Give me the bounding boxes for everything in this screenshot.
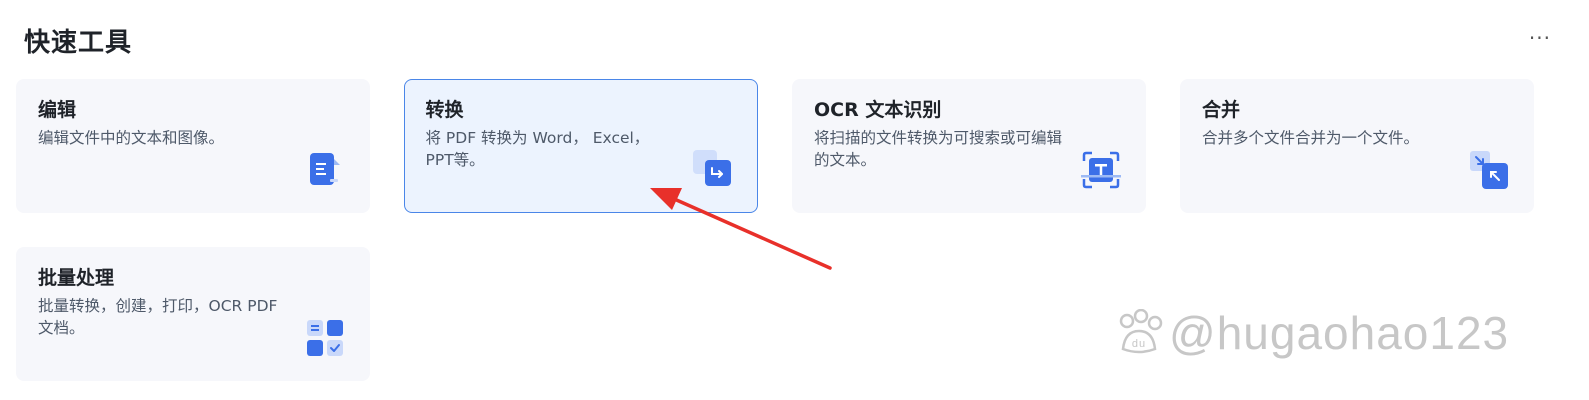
merge-icon — [1470, 151, 1508, 189]
tool-card-convert[interactable]: 转换 将 PDF 转换为 Word， Excel，PPT等。 — [404, 79, 758, 213]
card-description: 合并多个文件合并为一个文件。 — [1202, 129, 1420, 147]
more-options-button[interactable]: ··· — [1529, 26, 1551, 50]
card-title: OCR 文本识别 — [814, 99, 942, 121]
tool-card-edit[interactable]: 编辑 编辑文件中的文本和图像。 — [16, 79, 370, 213]
watermark: du @hugaohao123 — [1115, 306, 1509, 360]
card-description: 编辑文件中的文本和图像。 — [38, 129, 225, 147]
convert-icon — [693, 150, 731, 186]
watermark-badge: du — [1132, 338, 1146, 350]
card-title: 转换 — [425, 98, 464, 121]
card-title: 合并 — [1202, 99, 1241, 121]
watermark-text: @hugaohao123 — [1169, 307, 1510, 359]
card-description: 将 PDF 转换为 Word， Excel，PPT等。 — [425, 128, 650, 169]
paw-logo-icon: du — [1119, 309, 1163, 354]
tool-card-batch[interactable]: 批量处理 批量转换，创建，打印，OCR PDF 文档。 — [16, 247, 370, 381]
section-title: 快速工具 — [24, 28, 133, 58]
edit-doc-icon — [310, 153, 340, 185]
batch-grid-icon — [307, 320, 343, 356]
tool-card-ocr[interactable]: OCR 文本识别 将扫描的文件转换为可搜索或可编辑的文本。 — [792, 79, 1146, 213]
tool-card-merge[interactable]: 合并 合并多个文件合并为一个文件。 — [1180, 79, 1534, 213]
card-title: 编辑 — [38, 99, 77, 121]
card-description: 将扫描的文件转换为可搜索或可编辑的文本。 — [814, 129, 1063, 169]
card-title: 批量处理 — [38, 267, 115, 289]
ocr-scan-icon — [1081, 151, 1121, 189]
quick-tools-page: 快速工具 ··· 编辑 编辑文件中的文本和图像。 转换 将 PDF 转换为 Wo… — [0, 0, 1589, 400]
card-description: 批量转换，创建，打印，OCR PDF 文档。 — [38, 297, 278, 337]
